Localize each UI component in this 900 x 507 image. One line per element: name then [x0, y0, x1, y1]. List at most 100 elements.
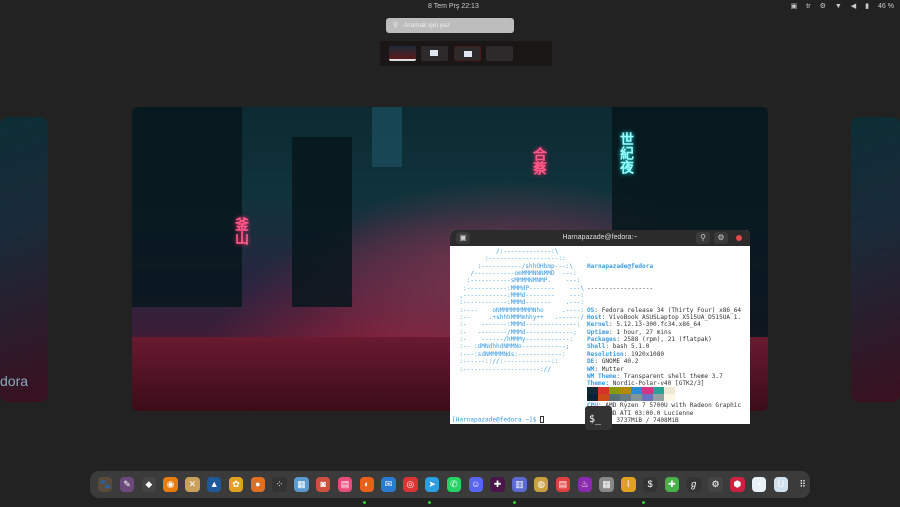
dock-app-xournal[interactable]: ✕ [185, 477, 200, 492]
dock-app-dots[interactable]: ⁘ [272, 477, 287, 492]
clock[interactable]: 8 Tem Prş 22:13 [428, 3, 479, 10]
shell-prompt[interactable]: [Harnapazade@fedora ~]$ [452, 416, 545, 424]
screenshot-icon[interactable]: ▣ [791, 2, 798, 10]
new-tab-icon[interactable]: ▣ [456, 232, 470, 244]
info-key: Shell [587, 343, 606, 351]
palette-swatch [587, 394, 598, 401]
terminal-tooltip-icon: $_ [585, 406, 612, 430]
palette-swatch [631, 387, 642, 394]
info-key: OS [587, 306, 595, 314]
palette-swatch [664, 394, 675, 401]
palette-swatch [598, 387, 609, 394]
dock-app-slack[interactable]: ✚ [490, 477, 505, 492]
dock-app-telegram[interactable]: ➤ [424, 477, 440, 492]
dock-app-color-picker[interactable]: ✿ [228, 477, 244, 492]
disk-icon: ◍ [537, 479, 546, 489]
dock-app-flame[interactable]: ♨ [577, 477, 592, 492]
ascii-line: /-----------omMMMNNNMMD ---: [452, 270, 577, 278]
info-value: Transparent shell theme 3.7 [623, 372, 723, 380]
app-grid-icon: ⠿ [799, 479, 806, 489]
gimp-icon: 🐾 [99, 479, 111, 489]
chrome-icon: ◎ [406, 479, 415, 489]
dock-app-peek[interactable]: ● [250, 477, 265, 492]
dock-app-app-grid[interactable]: ⠿ [795, 477, 810, 492]
info-row: WM Theme: Transparent shell theme 3.7 [587, 372, 723, 380]
window-preview-left[interactable]: dora [0, 117, 48, 402]
files-icon: ▥ [515, 479, 524, 489]
battery-icon: ▮ [865, 3, 870, 10]
dock-app-extensions[interactable]: ✚ [664, 477, 680, 492]
dock-app-chrome[interactable]: ◎ [403, 477, 418, 492]
info-key: WM [587, 365, 595, 373]
palette-swatch [620, 387, 631, 394]
dock-app-magnet[interactable]: U [773, 477, 789, 492]
dock-app-inkscape[interactable]: ◆ [141, 477, 156, 492]
palette-swatch [609, 387, 620, 394]
palette-swatch [653, 394, 664, 401]
info-value: Fedora release 34 (Thirty Four) x86_64 [601, 306, 742, 314]
workspace-3[interactable] [454, 46, 481, 61]
info-value: AMD ATI 03:00.0 Lucienne [605, 409, 694, 417]
dock-app-cleaner[interactable]: ⌇ [621, 477, 636, 492]
info-value: GNOME 40.2 [601, 358, 639, 366]
dock-app-disk[interactable]: ◍ [533, 477, 549, 492]
dock-app-terminal[interactable]: $ [642, 477, 658, 492]
info-value: 1920x1080 [631, 350, 665, 358]
palette-swatch [598, 394, 609, 401]
dock-app-gnome[interactable]: ℊ [686, 477, 701, 492]
krita-icon: ✎ [123, 479, 131, 489]
dock-app-blender[interactable]: ◉ [163, 477, 178, 492]
ruby-icon: ⬢ [733, 479, 742, 489]
dock-app-settings[interactable]: ⚙ [708, 477, 723, 492]
keyboard-layout[interactable]: tr [806, 3, 810, 10]
ascii-line: :---:sdNMMMMNds:------------: [452, 350, 566, 358]
dock: 🐾 ✎ ◆ ◉ ✕ ▲ ✿ ● ⁘ ▦ ◙ ▤ ◐ ✉ ◎ ➤ ✆ ☺ ✚ ▥ ◍ ▤ ♨ ▦ ⌇ $ ✚ ℊ ⚙ ⬢ ▪ U ⠿ [90, 471, 810, 498]
palette-swatch [642, 387, 653, 394]
dock-app-budgie[interactable]: ▲ [206, 477, 222, 492]
workspace-4[interactable] [486, 46, 513, 61]
dock-app-camera[interactable]: ◙ [315, 477, 331, 492]
dock-app-image-viewer[interactable]: ▦ [294, 477, 309, 492]
close-icon[interactable] [736, 235, 742, 241]
terminal-titlebar[interactable]: ▣ Harnapazade@fedora:~ ⚲ ⚙ [450, 230, 750, 246]
blender-icon: ◉ [166, 479, 175, 489]
info-value: 3737MiB / 7408MiB [616, 416, 679, 424]
dock-app-firefox[interactable]: ◐ [359, 477, 374, 492]
menu-icon[interactable]: ⚙ [714, 232, 728, 244]
info-key: Resolution [587, 350, 624, 358]
dock-app-document[interactable]: ▤ [555, 477, 571, 492]
window-icon: ▪ [757, 479, 761, 489]
ascii-line: :- -------:MMMd--------------: [452, 321, 581, 329]
search-input[interactable]: ⚲ Aramak için yaz [386, 18, 514, 33]
thunderbird-icon: ✉ [384, 479, 393, 489]
dock-app-krita[interactable]: ✎ [119, 477, 135, 492]
terminal-window[interactable]: ▣ Harnapazade@fedora:~ ⚲ ⚙ /:-----------… [450, 230, 750, 424]
color-picker-icon: ✿ [232, 479, 240, 489]
dock-app-discord[interactable]: ☺ [468, 477, 483, 492]
running-indicator [363, 501, 366, 504]
dock-app-thunderbird[interactable]: ✉ [381, 477, 396, 492]
cursor [540, 416, 545, 423]
color-palette [587, 387, 675, 401]
dock-app-ruby[interactable]: ⬢ [730, 477, 745, 492]
info-row: OS: Fedora release 34 (Thirty Four) x86_… [587, 306, 742, 314]
dock-app-window[interactable]: ▪ [751, 477, 767, 492]
dock-app-files[interactable]: ▥ [512, 477, 527, 492]
ascii-line: :-------------------:: [452, 255, 566, 263]
discord-icon: ☺ [471, 479, 481, 489]
window-preview-right[interactable] [851, 117, 900, 402]
dock-app-notes[interactable]: ▤ [337, 477, 353, 492]
image-viewer-icon: ▦ [297, 479, 306, 489]
prompt-text: [Harnapazade@fedora ~]$ [452, 416, 541, 424]
dock-app-gimp[interactable]: 🐾 [98, 477, 113, 492]
separator: ------------------ [587, 284, 654, 292]
ascii-line: :-----------/shhOHbmp---:\ [452, 262, 574, 270]
workspace-2[interactable] [421, 46, 448, 61]
workspace-1[interactable] [389, 46, 416, 61]
system-tray[interactable]: ▣ tr ⚙ ▼ ◀ ▮ 46 % [791, 2, 894, 11]
search-icon[interactable]: ⚲ [696, 232, 710, 244]
dock-app-whatsapp[interactable]: ✆ [446, 477, 462, 492]
settings-icon: ⚙ [711, 479, 720, 489]
firefox-icon: ◐ [364, 479, 370, 489]
dock-app-calculator[interactable]: ▦ [599, 477, 614, 492]
